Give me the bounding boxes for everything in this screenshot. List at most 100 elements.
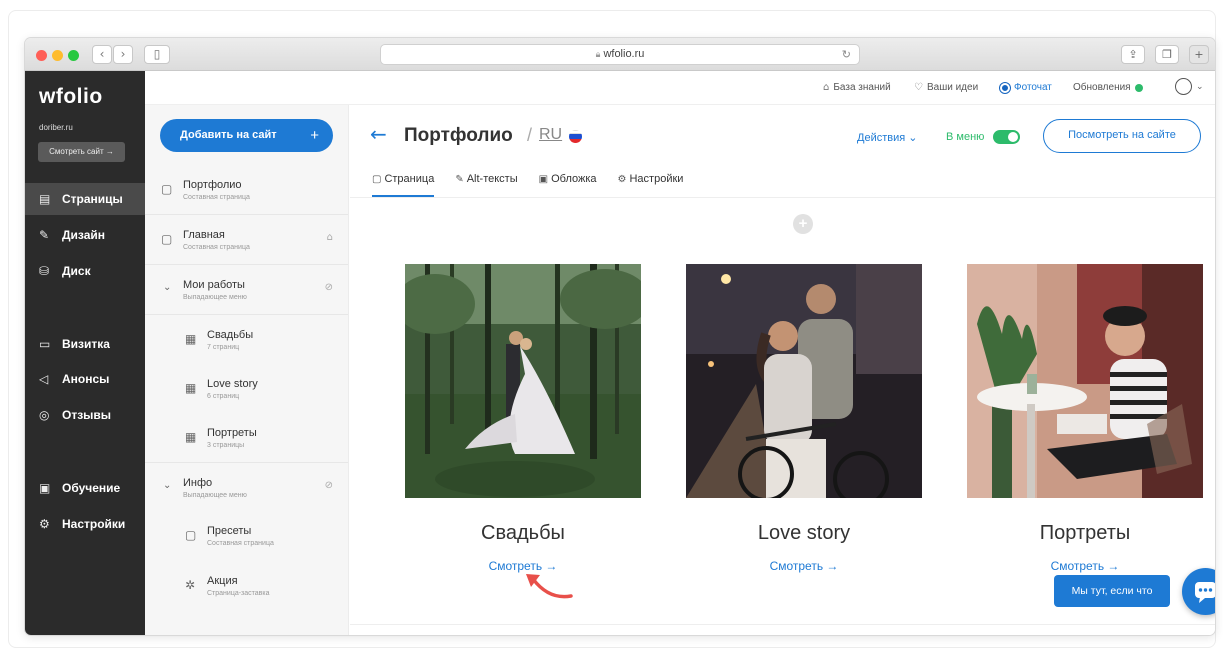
sidebar-item-card[interactable]: ▭ Визитка bbox=[25, 328, 145, 360]
photochat-label: Фоточат bbox=[1014, 82, 1052, 93]
sidebar-item-disk[interactable]: ⛁ Диск bbox=[25, 255, 145, 287]
maximize-window-button[interactable] bbox=[68, 50, 79, 61]
card-view-link[interactable]: Смотреть → bbox=[686, 559, 922, 573]
page-item-title: Love story bbox=[207, 378, 258, 390]
gallery-card-love-story[interactable]: Love story Смотреть → bbox=[686, 264, 922, 573]
sidebar-item-announcements[interactable]: ◁ Анонсы bbox=[25, 363, 145, 395]
page-item-title: Акция bbox=[207, 575, 238, 587]
knowledge-base-link[interactable]: ⌂ База знаний bbox=[823, 82, 891, 93]
page-item-info[interactable]: ⌄ Инфо Выпадающее меню ⊘ bbox=[145, 465, 348, 513]
pages-panel: Добавить на сайт + ▢ Портфолио Составная… bbox=[145, 105, 349, 635]
page-item-portfolio[interactable]: ▢ Портфолио Составная страница bbox=[145, 167, 348, 215]
actions-dropdown[interactable]: Действия ⌄ bbox=[857, 131, 917, 144]
language-switch[interactable]: RU bbox=[539, 126, 562, 144]
in-menu-toggle[interactable] bbox=[993, 130, 1020, 144]
sidebar-item-design[interactable]: ✎ Дизайн bbox=[25, 219, 145, 251]
chevron-down-icon[interactable]: ⌄ bbox=[163, 480, 171, 491]
add-to-site-button[interactable]: Добавить на сайт + bbox=[160, 119, 333, 152]
portraits-photo[interactable] bbox=[967, 264, 1203, 498]
edit-icon: ✎ bbox=[455, 173, 464, 185]
page-item-weddings[interactable]: ▦ Свадьбы 7 страниц bbox=[145, 317, 348, 365]
sidebar-item-reviews[interactable]: ◎ Отзывы bbox=[25, 399, 145, 431]
forward-button[interactable]: › bbox=[113, 45, 133, 64]
main-content: ← Портфолио / RU Действия ⌄ В меню Посмо… bbox=[350, 105, 1215, 635]
back-button[interactable]: ‹ bbox=[92, 45, 112, 64]
hidden-eye-icon[interactable]: ⊘ bbox=[325, 282, 333, 293]
hidden-eye-icon[interactable]: ⊘ bbox=[325, 480, 333, 491]
gallery-card-weddings[interactable]: Свадьбы Смотреть → bbox=[405, 264, 641, 573]
page-title: Портфолио bbox=[404, 125, 513, 146]
sidebar-toggle-button[interactable]: ▯ bbox=[144, 45, 170, 64]
page-icon: ▢ bbox=[185, 528, 197, 542]
megaphone-icon: ◁ bbox=[39, 372, 49, 386]
tab-alt-texts[interactable]: ✎ Alt-тексты bbox=[455, 167, 517, 191]
card-view-link[interactable]: Смотреть → bbox=[967, 559, 1203, 573]
ideas-label: Ваши идеи bbox=[926, 82, 979, 93]
reload-icon[interactable]: ↻ bbox=[842, 45, 851, 64]
close-window-button[interactable] bbox=[36, 50, 47, 61]
tab-settings[interactable]: ⚙ Настройки bbox=[618, 167, 684, 191]
add-block-button[interactable]: + bbox=[793, 214, 813, 234]
page-item-presets[interactable]: ▢ Пресеты Составная страница bbox=[145, 513, 348, 561]
database-icon: ⛁ bbox=[39, 264, 50, 278]
share-button[interactable]: ⇪ bbox=[1121, 45, 1145, 64]
page-item-subtitle: Выпадающее меню bbox=[183, 492, 247, 499]
section-divider bbox=[350, 624, 1215, 625]
chevron-down-icon: ⌄ bbox=[1196, 81, 1204, 91]
lock-icon: 🔒︎ bbox=[595, 50, 601, 60]
page-icon: ▢ bbox=[161, 232, 173, 246]
tab-label: Обложка bbox=[551, 173, 597, 185]
account-menu[interactable]: ⌄ bbox=[1175, 78, 1204, 95]
updates-link[interactable]: Обновления bbox=[1073, 82, 1143, 93]
page-item-promo[interactable]: ✲ Акция Страница-заставка bbox=[145, 563, 348, 611]
view-on-site-button[interactable]: Посмотреть на сайте bbox=[1043, 119, 1201, 153]
page-item-home[interactable]: ▢ Главная Составная страница ⌂ bbox=[145, 217, 348, 265]
page-icon: ▤ bbox=[39, 192, 51, 206]
love-story-photo[interactable] bbox=[686, 264, 922, 498]
sidebar-icon: ▯ bbox=[153, 47, 161, 61]
back-arrow-icon[interactable]: ← bbox=[370, 122, 387, 146]
sidebar-item-label: Анонсы bbox=[62, 372, 110, 386]
ideas-link[interactable]: ♡ Ваши идеи bbox=[914, 82, 978, 93]
sidebar-item-label: Обучение bbox=[62, 481, 121, 495]
page-item-love-story[interactable]: ▦ Love story 6 страниц bbox=[145, 366, 348, 414]
updates-label: Обновления bbox=[1073, 82, 1131, 93]
card-title: Портреты bbox=[1039, 522, 1131, 544]
tabs-divider bbox=[350, 197, 1215, 198]
gallery-card-portraits[interactable]: Портреты Смотреть → bbox=[967, 264, 1203, 573]
tab-page[interactable]: ▢ Страница bbox=[372, 167, 435, 197]
page-item-portraits[interactable]: ▦ Портреты 3 страницы bbox=[145, 415, 348, 463]
page-item-title: Пресеты bbox=[207, 525, 252, 537]
sidebar-item-learning[interactable]: ▣ Обучение bbox=[25, 472, 145, 504]
page-item-subtitle: Составная страница bbox=[207, 540, 274, 547]
plus-icon: + bbox=[310, 127, 319, 144]
sidebar-item-settings[interactable]: ⚙ Настройки bbox=[25, 508, 145, 540]
sidebar-item-label: Страницы bbox=[62, 192, 123, 206]
new-tab-button[interactable]: + bbox=[1189, 45, 1209, 64]
chat-bubble-icon bbox=[1195, 582, 1215, 603]
in-menu-label: В меню bbox=[946, 131, 985, 143]
help-message[interactable]: Мы тут, если что bbox=[1054, 575, 1170, 607]
chat-icon: ◎ bbox=[39, 408, 50, 422]
home-icon: ⌂ bbox=[326, 232, 333, 243]
page-item-title: Портфолио bbox=[183, 179, 242, 191]
page-item-subtitle: Составная страница bbox=[183, 194, 250, 201]
tabs-button[interactable]: ❐ bbox=[1155, 45, 1179, 64]
chat-button[interactable] bbox=[1182, 568, 1215, 615]
wedding-photo[interactable] bbox=[405, 264, 641, 498]
chevron-down-icon[interactable]: ⌄ bbox=[163, 282, 171, 293]
title-separator: / bbox=[527, 125, 533, 145]
address-bar[interactable]: 🔒︎ wfolio.ru ↻ bbox=[380, 44, 860, 65]
browser-titlebar: ‹ › ▯ 🔒︎ wfolio.ru ↻ ⇪ ❐ + bbox=[25, 38, 1215, 71]
photochat-link[interactable]: Фоточат bbox=[1000, 82, 1052, 93]
page-item-my-works[interactable]: ⌄ Мои работы Выпадающее меню ⊘ bbox=[145, 267, 348, 315]
tab-label: Настройки bbox=[629, 173, 684, 185]
sidebar-item-pages[interactable]: ▤ Страницы bbox=[25, 183, 145, 215]
view-site-button[interactable]: Смотреть сайт → bbox=[38, 142, 125, 162]
minimize-window-button[interactable] bbox=[52, 50, 63, 61]
logo[interactable]: wfolio bbox=[39, 85, 103, 109]
sidebar-item-label: Настройки bbox=[62, 517, 126, 531]
add-to-site-label: Добавить на сайт bbox=[180, 129, 277, 141]
tab-cover[interactable]: ▣ Обложка bbox=[539, 167, 597, 191]
page-item-title: Главная bbox=[183, 229, 225, 241]
